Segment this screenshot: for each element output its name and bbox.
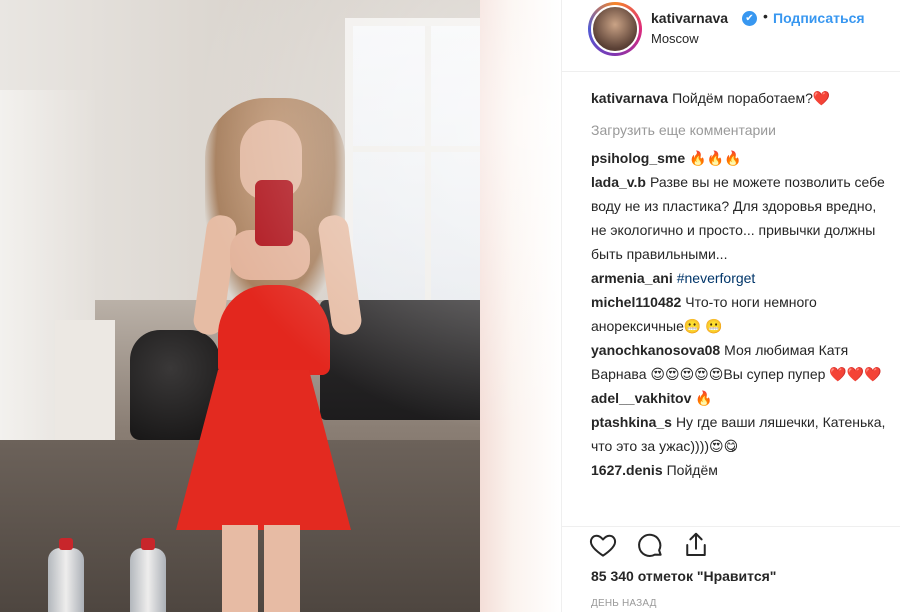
likes-count[interactable]: 85 340 отметок "Нравится" [591, 568, 776, 584]
post-location[interactable]: Moscow [651, 31, 699, 46]
caption-username[interactable]: kativarnava [591, 90, 668, 106]
comment-emoji: 😍😍😍😍😍 [650, 366, 724, 382]
separator-dot: • [763, 8, 768, 24]
comment-username[interactable]: ptashkina_s [591, 414, 672, 430]
comments-list: kativarnava Пойдём поработаем?❤️ Загрузит… [591, 86, 891, 482]
load-more-comments-button[interactable]: Загрузить еще комментарии [591, 118, 891, 142]
like-button[interactable] [588, 530, 618, 560]
post-header: kativarnava ✔ • Подписаться Moscow [562, 0, 900, 72]
comment-icon[interactable] [635, 530, 665, 560]
list-item: armenia_ani #neverforget [591, 266, 891, 290]
verified-badge-icon: ✔ [742, 11, 757, 26]
comment-emoji: 😍😋 [709, 438, 739, 454]
list-item: psiholog_sme 🔥🔥🔥 [591, 146, 891, 170]
comment-username[interactable]: psiholog_sme [591, 150, 685, 166]
comment-username[interactable]: michel110482 [591, 294, 681, 310]
list-item: lada_v.b Разве вы не можете позволить себ… [591, 170, 891, 266]
post-username[interactable]: kativarnava [651, 10, 728, 26]
follow-button[interactable]: Подписаться [773, 10, 865, 26]
post-photo[interactable] [0, 0, 561, 612]
list-item: ptashkina_s Ну где ваши ляшечки, Катенька… [591, 410, 891, 458]
comment-emoji: 😬 😬 [683, 318, 723, 334]
comment-username[interactable]: adel__vakhitov [591, 390, 691, 406]
share-icon[interactable] [681, 530, 711, 560]
photo-light-flare [0, 0, 561, 612]
avatar-story-ring[interactable] [588, 2, 642, 56]
comment-emoji: 🔥 [695, 390, 713, 406]
list-item: yanochkanosova08 Моя любимая Катя Варнава… [591, 338, 891, 386]
list-item: 1627.denis Пойдём [591, 458, 891, 482]
comment-username[interactable]: yanochkanosova08 [591, 342, 720, 358]
comment-username[interactable]: 1627.denis [591, 462, 663, 478]
comment-text: Вы супер пупер [723, 366, 826, 382]
hashtag-link[interactable]: #neverforget [677, 270, 756, 286]
post-actions-bar [562, 526, 900, 566]
caption-text: Пойдём поработаем? [672, 90, 813, 106]
share-button[interactable] [681, 530, 711, 560]
post-side-panel: kativarnava ✔ • Подписаться Moscow kativ… [561, 0, 900, 612]
post-date[interactable]: ДЕНЬ НАЗАД [591, 598, 657, 609]
caption-emoji: ❤️ [812, 90, 831, 106]
comment-button[interactable] [635, 530, 665, 560]
comment-username[interactable]: armenia_ani [591, 270, 673, 286]
list-item: michel110482 Что-то ноги немного анорекси… [591, 290, 891, 338]
list-item: adel__vakhitov 🔥 [591, 386, 891, 410]
heart-icon[interactable] [588, 530, 618, 560]
comment-emoji: ❤️❤️❤️ [829, 366, 882, 382]
comment-text: Пойдём [666, 462, 718, 478]
comment-emoji: 🔥🔥🔥 [689, 150, 742, 166]
comment-username[interactable]: lada_v.b [591, 174, 646, 190]
caption: kativarnava Пойдём поработаем?❤️ [591, 86, 891, 110]
avatar[interactable] [591, 5, 639, 53]
